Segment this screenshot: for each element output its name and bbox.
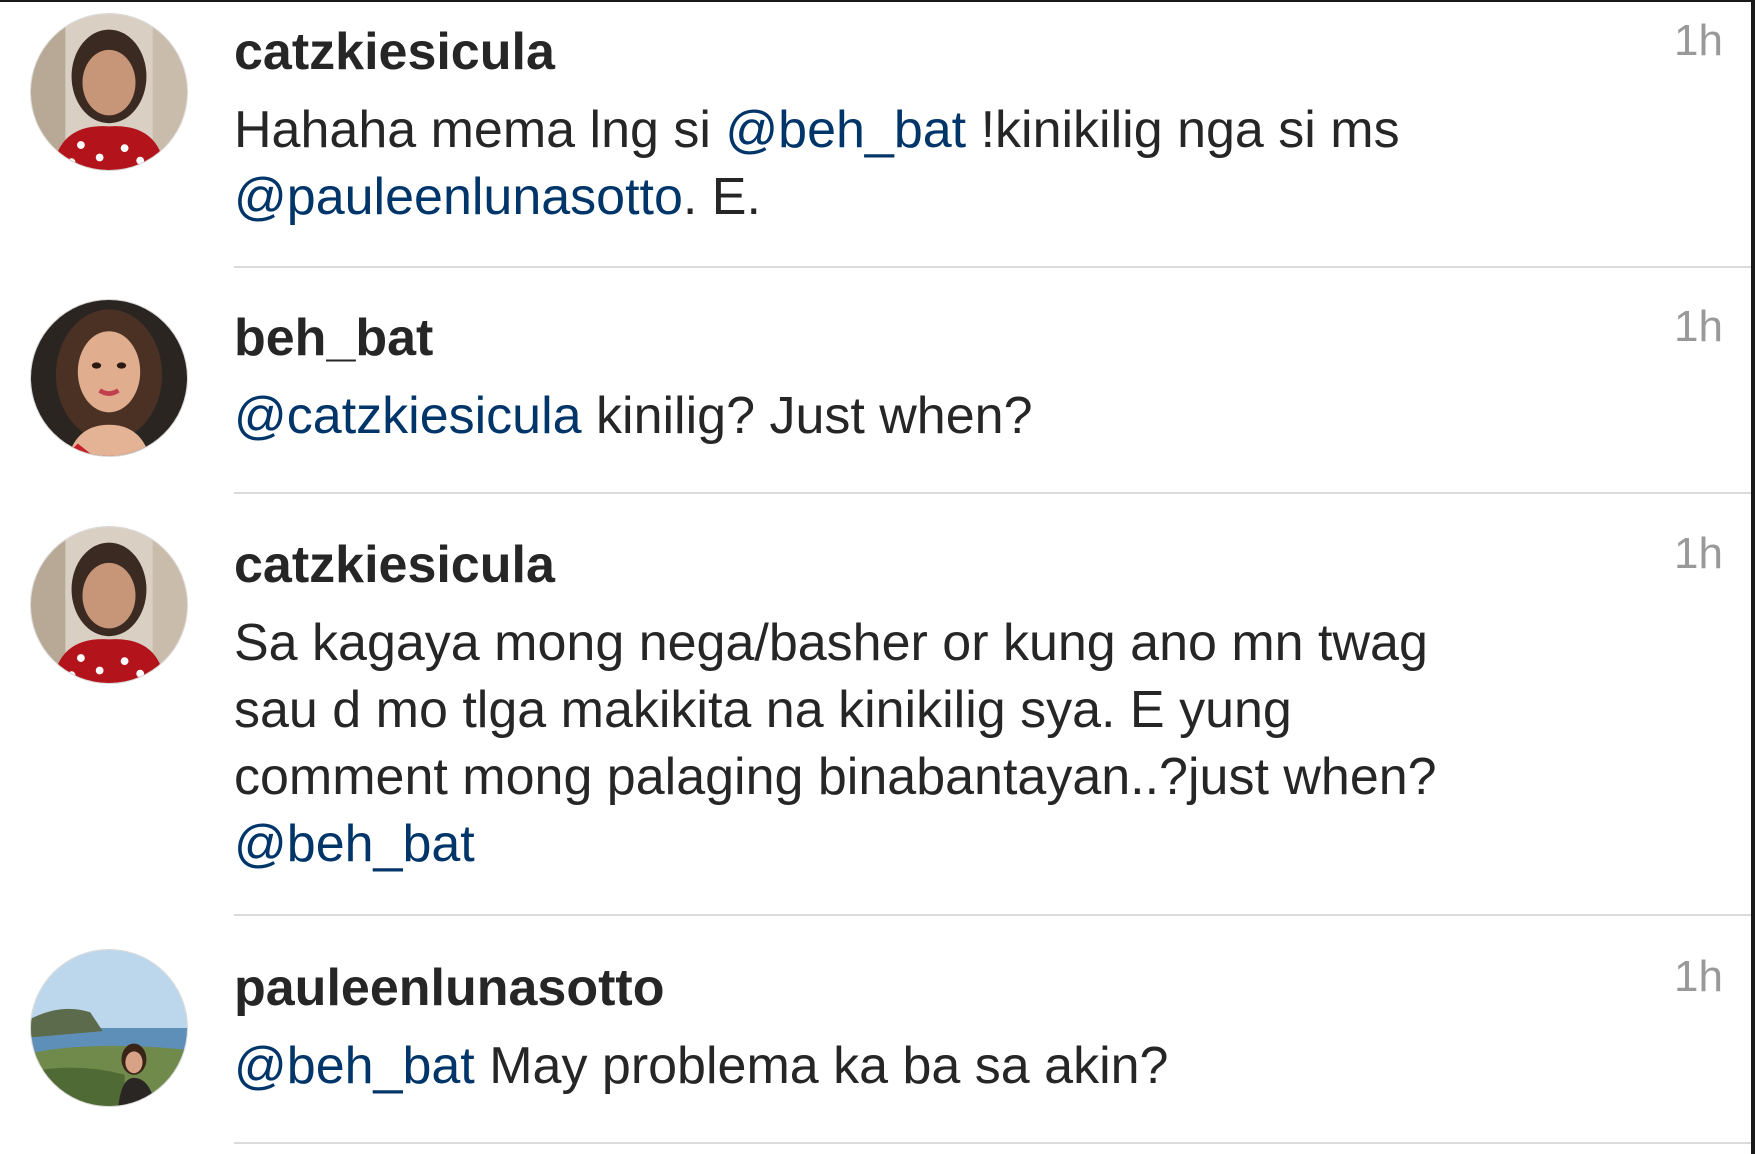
comment-text-segment: Sa kagaya mong nega/basher or kung ano m… <box>234 614 1428 672</box>
comment-text-line: @catzkiesicula kinilig? Just when? <box>234 383 1714 450</box>
comment-text-line: Hahaha mema lng si @beh_bat !kinikilig n… <box>234 97 1714 164</box>
comment-text: @catzkiesicula kinilig? Just when? <box>234 383 1714 450</box>
comment-divider <box>234 1142 1751 1144</box>
comment-text-line: @beh_bat <box>234 811 1714 878</box>
comment-text-line: @beh_bat May problema ka ba sa akin? <box>234 1033 1714 1100</box>
avatar[interactable] <box>30 13 188 171</box>
frame-right-edge <box>1751 0 1755 1154</box>
avatar-woman-red-polka-dot-icon <box>31 14 187 170</box>
mention-link[interactable]: @beh_bat <box>234 1037 475 1095</box>
avatar-seaside-landscape-icon <box>31 950 187 1106</box>
comment-text-segment: kinilig? Just when? <box>581 387 1033 445</box>
frame-top-edge <box>0 0 1755 2</box>
comment-text-segment: May problema ka ba sa akin? <box>474 1037 1169 1095</box>
comment-text-segment: . E. <box>682 168 761 226</box>
avatar[interactable] <box>30 526 188 684</box>
comment-timestamp: 1h <box>1674 302 1723 351</box>
comment-text-line: comment mong palaging binabantayan..?jus… <box>234 744 1714 811</box>
avatar-woman-red-polka-dot-icon <box>31 527 187 683</box>
avatar[interactable] <box>30 949 188 1107</box>
comment-text-segment: sau d mo tlga makikita na kinikilig sya.… <box>234 681 1292 739</box>
comment-text-line: @pauleenlunasotto. E. <box>234 164 1714 231</box>
mention-link[interactable]: @beh_bat <box>234 815 475 873</box>
comment-username[interactable]: pauleenlunasotto <box>234 958 664 1018</box>
comment-text-line: Sa kagaya mong nega/basher or kung ano m… <box>234 610 1714 677</box>
comment-username[interactable]: catzkiesicula <box>234 22 555 82</box>
avatar[interactable] <box>30 299 188 457</box>
mention-link[interactable]: @catzkiesicula <box>234 387 582 445</box>
comment-username[interactable]: catzkiesicula <box>234 535 555 595</box>
comment-username[interactable]: beh_bat <box>234 308 433 368</box>
comment-text: @beh_bat May problema ka ba sa akin? <box>234 1033 1714 1100</box>
comment-text-segment: Hahaha mema lng si <box>234 101 726 159</box>
comment-text: Hahaha mema lng si @beh_bat !kinikilig n… <box>234 97 1714 231</box>
comment-divider <box>234 914 1751 916</box>
comment-divider <box>234 492 1751 494</box>
comment-text-line: sau d mo tlga makikita na kinikilig sya.… <box>234 677 1714 744</box>
comment-text-segment: !kinikilig nga si ms <box>966 101 1400 159</box>
comment-divider <box>234 266 1751 268</box>
avatar-woman-portrait-icon <box>31 300 187 456</box>
mention-link[interactable]: @pauleenlunasotto <box>234 168 683 226</box>
comment-text: Sa kagaya mong nega/basher or kung ano m… <box>234 610 1714 878</box>
comment-timestamp: 1h <box>1674 529 1723 578</box>
mention-link[interactable]: @beh_bat <box>725 101 966 159</box>
comment-timestamp: 1h <box>1674 952 1723 1001</box>
comment-text-segment: comment mong palaging binabantayan..?jus… <box>234 748 1437 806</box>
comment-timestamp: 1h <box>1674 16 1723 65</box>
